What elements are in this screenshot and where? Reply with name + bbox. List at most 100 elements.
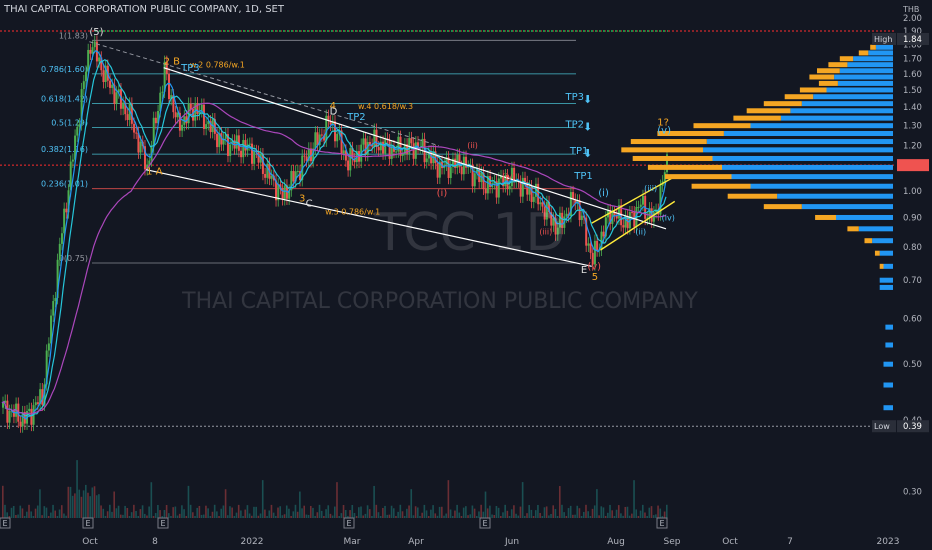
candle-body [377,147,380,151]
volume-profile-blue [847,62,893,68]
volume-profile-blue [879,250,893,256]
volume-bar [655,514,657,518]
volume-profile-orange [763,101,802,107]
y-tick-label: 0.30 [903,488,922,498]
candle-body [639,204,642,207]
volume-bar [366,505,369,518]
volume-bar [558,486,561,518]
candle-body [240,150,243,158]
volume-bar [119,514,122,518]
candle-body [473,173,476,187]
y-tick-label: 2.00 [903,14,922,24]
wave-label: D [330,106,338,117]
volume-bar [340,513,343,518]
volume-bar [633,480,635,518]
volume-bar [113,491,115,518]
volume-bar [436,515,439,518]
volume-bar [157,504,159,518]
volume-bar [635,509,638,518]
volume-bar [513,505,515,518]
volume-bar [491,514,493,518]
volume-bar [644,512,646,518]
volume-bar [574,514,576,518]
volume-profile-orange [879,263,884,269]
volume-profile-orange [847,226,859,232]
volume-profile-blue [731,174,893,180]
volume-profile-blue [836,214,893,220]
volume-bar [290,516,292,518]
volume-bar [500,516,502,518]
volume-bar [309,505,312,518]
volume-bar [659,508,662,518]
candle-body [242,140,245,158]
volume-bar [589,516,592,518]
candle-body [292,171,295,182]
volume-bar [87,492,89,518]
wave-label: TP3 [180,63,200,74]
wave-label: (iv) [502,172,515,181]
wave-label: 1 A [146,166,163,177]
volume-bar [641,504,644,518]
volume-bar [69,486,72,518]
volume-bar [141,505,144,518]
volume-bar [213,504,216,518]
volume-bar [443,515,445,518]
volume-bar [524,515,526,518]
volume-bar [137,516,140,518]
volume-bar [478,511,480,518]
candle-body [484,188,487,194]
volume-bar [537,504,539,518]
current-price-tag [897,159,929,172]
volume-bar [532,516,535,518]
volume-bar [159,510,161,518]
volume-profile-blue [834,74,893,80]
volume-bar [550,513,552,518]
volume-bar [504,504,506,518]
volume-bar [312,507,314,518]
volume-profile-blue [750,123,893,129]
volume-bar [80,496,83,518]
candle-body [395,151,398,153]
price-label-name: Low [874,422,890,431]
volume-profile-blue [801,101,893,107]
volume-bar [209,516,212,518]
volume-bar [591,508,594,518]
volume-bar [489,505,491,518]
volume-bar [469,514,472,518]
volume-bar [275,516,277,518]
volume-profile-blue [883,361,893,367]
volume-profile-blue [885,324,893,330]
volume-profile-orange [691,183,751,189]
volume-bar [54,510,57,518]
volume-bar [222,505,225,518]
volume-bar [423,504,426,518]
candle-body [85,71,87,82]
volume-bar [56,516,59,518]
volume-bar [198,505,201,518]
candle-body [89,49,92,54]
volume-profile-orange [632,155,713,161]
candle-body [34,402,37,406]
volume-bar [430,509,432,518]
volume-bar [447,480,450,518]
candle-body [189,103,192,110]
volume-bar [246,505,249,518]
volume-profile-blue [777,193,893,199]
wave-label: TP3 [565,92,585,103]
volume-bar [325,509,327,518]
wave-label: w.4 0.618/w.3 [358,102,413,111]
candle-body [76,126,79,136]
candle-body [641,195,644,205]
volume-bar [288,508,290,518]
candle-body [412,143,415,159]
volume-bar [261,480,264,518]
volume-bar [255,506,257,518]
volume-bar [200,514,203,518]
volume-bar [515,513,517,518]
price-chart[interactable]: THB2.001.901.801.701.601.501.401.301.201… [0,0,932,550]
candle-body [139,141,142,153]
volume-bar [652,515,655,518]
x-tick-label: 8 [152,537,158,547]
wave-label: 2 B [164,57,181,68]
volume-bar [135,510,137,518]
